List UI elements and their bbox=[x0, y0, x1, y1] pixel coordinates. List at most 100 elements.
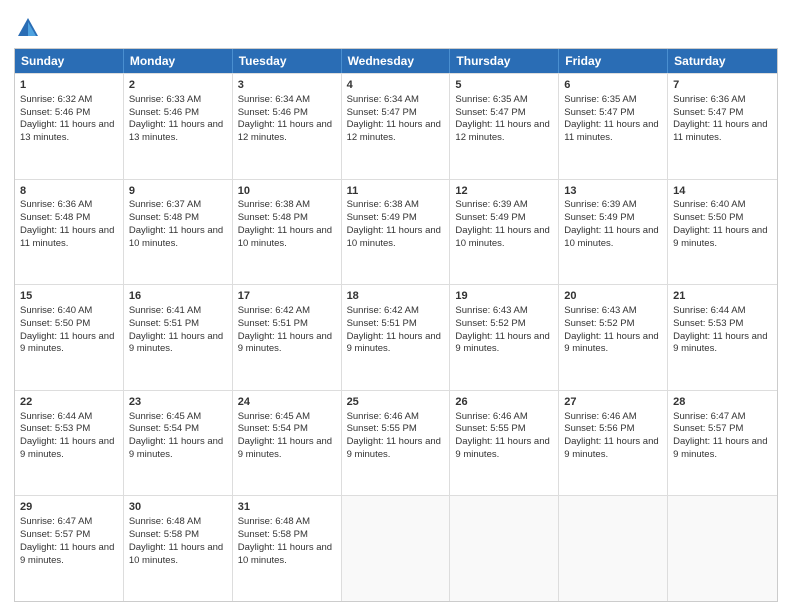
day-number: 31 bbox=[238, 500, 336, 515]
day-number: 21 bbox=[673, 289, 772, 304]
day-number: 20 bbox=[564, 289, 662, 304]
calendar-cell: 31Sunrise: 6:48 AMSunset: 5:58 PMDayligh… bbox=[233, 496, 342, 601]
sunset-text: Sunset: 5:51 PM bbox=[129, 318, 199, 329]
day-number: 3 bbox=[238, 78, 336, 93]
sunrise-text: Sunrise: 6:40 AM bbox=[673, 199, 745, 210]
calendar-row: 1Sunrise: 6:32 AMSunset: 5:46 PMDaylight… bbox=[15, 73, 777, 179]
daylight-text: Daylight: 11 hours and 9 minutes. bbox=[673, 225, 767, 249]
day-number: 22 bbox=[20, 395, 118, 410]
calendar-cell: 9Sunrise: 6:37 AMSunset: 5:48 PMDaylight… bbox=[124, 180, 233, 285]
calendar-header-cell: Thursday bbox=[450, 49, 559, 73]
calendar-cell: 16Sunrise: 6:41 AM Sunset: 5:51 PM Dayligh… bbox=[124, 285, 233, 390]
sunrise-text: Sunrise: 6:41 AM bbox=[129, 305, 201, 316]
sunset-text: Sunset: 5:50 PM bbox=[20, 318, 90, 329]
calendar-cell: 25Sunrise: 6:46 AMSunset: 5:55 PMDayligh… bbox=[342, 391, 451, 496]
daylight-text: Daylight: 11 hours and 9 minutes. bbox=[238, 331, 332, 355]
day-number: 9 bbox=[129, 184, 227, 199]
day-number: 14 bbox=[673, 184, 772, 199]
daylight-text: Daylight: 11 hours and 10 minutes. bbox=[238, 542, 332, 566]
sunrise-text: Sunrise: 6:46 AM bbox=[455, 411, 527, 422]
daylight-text: Daylight: 11 hours and 13 minutes. bbox=[20, 119, 114, 143]
calendar: SundayMondayTuesdayWednesdayThursdayFrid… bbox=[14, 48, 778, 602]
daylight-text: Daylight: 11 hours and 9 minutes. bbox=[129, 331, 223, 355]
calendar-cell: 2Sunrise: 6:33 AMSunset: 5:46 PMDaylight… bbox=[124, 74, 233, 179]
calendar-cell: 20Sunrise: 6:43 AMSunset: 5:52 PMDayligh… bbox=[559, 285, 668, 390]
sunrise-text: Sunrise: 6:46 AM bbox=[347, 411, 419, 422]
calendar-cell: 5Sunrise: 6:35 AMSunset: 5:47 PMDaylight… bbox=[450, 74, 559, 179]
sunset-text: Sunset: 5:47 PM bbox=[564, 107, 634, 118]
sunrise-text: Sunrise: 6:37 AM bbox=[129, 199, 201, 210]
day-number: 7 bbox=[673, 78, 772, 93]
day-number: 15 bbox=[20, 289, 118, 304]
day-number: 6 bbox=[564, 78, 662, 93]
sunset-text: Sunset: 5:58 PM bbox=[238, 529, 308, 540]
sunset-text: Sunset: 5:48 PM bbox=[238, 212, 308, 223]
daylight-text: Daylight: 11 hours and 11 minutes. bbox=[673, 119, 767, 143]
calendar-cell: 11Sunrise: 6:38 AMSunset: 5:49 PMDayligh… bbox=[342, 180, 451, 285]
calendar-cell bbox=[559, 496, 668, 601]
calendar-cell: 4Sunrise: 6:34 AMSunset: 5:47 PMDaylight… bbox=[342, 74, 451, 179]
calendar-cell: 27Sunrise: 6:46 AMSunset: 5:56 PM Dayligh… bbox=[559, 391, 668, 496]
calendar-header-cell: Sunday bbox=[15, 49, 124, 73]
calendar-cell: 22Sunrise: 6:44 AMSunset: 5:53 PMDayligh… bbox=[15, 391, 124, 496]
daylight-text: Daylight: 11 hours and 9 minutes. bbox=[129, 436, 223, 460]
sunset-text: Sunset: 5:53 PM bbox=[673, 318, 743, 329]
day-number: 30 bbox=[129, 500, 227, 515]
daylight-text: Daylight: 11 hours and 12 minutes. bbox=[347, 119, 441, 143]
calendar-cell: 13Sunrise: 6:39 AMSunset: 5:49 PMDayligh… bbox=[559, 180, 668, 285]
sunrise-text: Sunrise: 6:46 AM bbox=[564, 411, 636, 422]
day-number: 8 bbox=[20, 184, 118, 199]
sunset-text: Sunset: 5:52 PM bbox=[564, 318, 634, 329]
day-number: 28 bbox=[673, 395, 772, 410]
sunset-text: Sunset: 5:55 PM bbox=[347, 423, 417, 434]
sunset-text: Sunset: 5:48 PM bbox=[129, 212, 199, 223]
daylight-text: Daylight: 11 hours and 9 minutes. bbox=[20, 436, 114, 460]
calendar-row: 8Sunrise: 6:36 AMSunset: 5:48 PMDaylight… bbox=[15, 179, 777, 285]
daylight-text: Daylight: 11 hours and 9 minutes. bbox=[564, 436, 658, 460]
sunset-text: Sunset: 5:55 PM bbox=[455, 423, 525, 434]
sunrise-text: Sunrise: 6:35 AM bbox=[564, 94, 636, 105]
calendar-cell: 15Sunrise: 6:40 AMSunset: 5:50 PMDayligh… bbox=[15, 285, 124, 390]
daylight-text: Daylight: 11 hours and 10 minutes. bbox=[564, 225, 658, 249]
day-number: 12 bbox=[455, 184, 553, 199]
sunset-text: Sunset: 5:56 PM bbox=[564, 423, 634, 434]
sunset-text: Sunset: 5:54 PM bbox=[238, 423, 308, 434]
daylight-text: Daylight: 11 hours and 9 minutes. bbox=[20, 542, 114, 566]
sunset-text: Sunset: 5:49 PM bbox=[347, 212, 417, 223]
calendar-row: 15Sunrise: 6:40 AM Sunset: 5:50 PM Dayligh… bbox=[15, 284, 777, 390]
sunrise-text: Sunrise: 6:34 AM bbox=[347, 94, 419, 105]
sunset-text: Sunset: 5:50 PM bbox=[673, 212, 743, 223]
calendar-row: 22Sunrise: 6:44 AMSunset: 5:53 PMDayligh… bbox=[15, 390, 777, 496]
day-number: 27 bbox=[564, 395, 662, 410]
day-number: 17 bbox=[238, 289, 336, 304]
day-number: 16 bbox=[129, 289, 227, 304]
daylight-text: Daylight: 11 hours and 12 minutes. bbox=[455, 119, 549, 143]
sunrise-text: Sunrise: 6:48 AM bbox=[129, 516, 201, 527]
calendar-body: 1Sunrise: 6:32 AMSunset: 5:46 PMDaylight… bbox=[15, 73, 777, 601]
day-number: 11 bbox=[347, 184, 445, 199]
day-number: 19 bbox=[455, 289, 553, 304]
sunrise-text: Sunrise: 6:45 AM bbox=[238, 411, 310, 422]
sunrise-text: Sunrise: 6:40 AM bbox=[20, 305, 92, 316]
calendar-cell: 10Sunrise: 6:38 AMSunset: 5:48 PMDayligh… bbox=[233, 180, 342, 285]
sunset-text: Sunset: 5:46 PM bbox=[20, 107, 90, 118]
page: SundayMondayTuesdayWednesdayThursdayFrid… bbox=[0, 0, 792, 612]
sunset-text: Sunset: 5:52 PM bbox=[455, 318, 525, 329]
calendar-cell: 23Sunrise: 6:45 AMSunset: 5:54 PMDayligh… bbox=[124, 391, 233, 496]
sunrise-text: Sunrise: 6:44 AM bbox=[673, 305, 745, 316]
calendar-cell: 21Sunrise: 6:44 AMSunset: 5:53 PMDayligh… bbox=[668, 285, 777, 390]
calendar-cell: 28Sunrise: 6:47 AMSunset: 5:57 PMDayligh… bbox=[668, 391, 777, 496]
daylight-text: Daylight: 11 hours and 9 minutes. bbox=[564, 331, 658, 355]
daylight-text: Daylight: 11 hours and 9 minutes. bbox=[347, 436, 441, 460]
day-number: 13 bbox=[564, 184, 662, 199]
sunrise-text: Sunrise: 6:34 AM bbox=[238, 94, 310, 105]
calendar-cell: 18Sunrise: 6:42 AMSunset: 5:51 PMDayligh… bbox=[342, 285, 451, 390]
calendar-header-cell: Tuesday bbox=[233, 49, 342, 73]
sunrise-text: Sunrise: 6:35 AM bbox=[455, 94, 527, 105]
logo bbox=[14, 14, 44, 42]
calendar-cell: 6Sunrise: 6:35 AMSunset: 5:47 PMDaylight… bbox=[559, 74, 668, 179]
sunset-text: Sunset: 5:46 PM bbox=[129, 107, 199, 118]
calendar-header-cell: Saturday bbox=[668, 49, 777, 73]
calendar-cell: 29Sunrise: 6:47 AMSunset: 5:57 PMDayligh… bbox=[15, 496, 124, 601]
calendar-cell: 3Sunrise: 6:34 AMSunset: 5:46 PMDaylight… bbox=[233, 74, 342, 179]
